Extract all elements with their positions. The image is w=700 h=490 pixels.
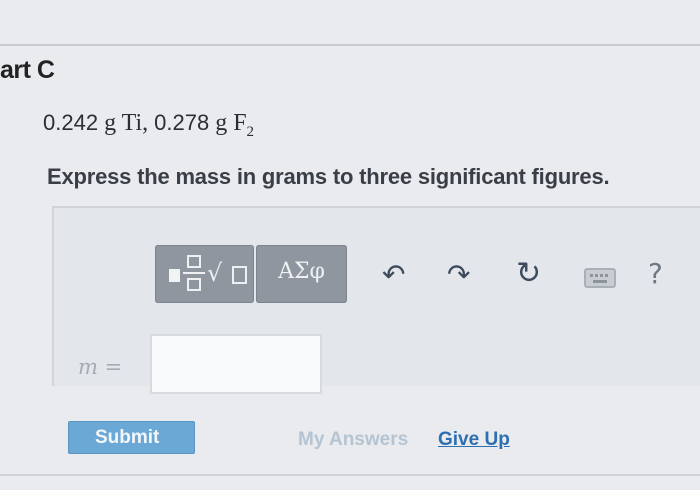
mass-1: 0.242 — [43, 110, 99, 135]
unit-2: g — [215, 110, 228, 136]
redo-icon[interactable]: ↷ — [447, 258, 470, 291]
element-2: F — [233, 110, 247, 136]
unit-1: g — [104, 110, 117, 136]
templates-button[interactable]: √ — [155, 245, 254, 303]
part-title: art C — [0, 56, 55, 84]
subscript-2: 2 — [246, 123, 255, 140]
instructions: Express the mass in grams to three signi… — [47, 164, 610, 189]
mass-2: 0.278 — [154, 110, 210, 135]
header-divider — [0, 44, 700, 46]
undo-icon[interactable]: ↶ — [382, 258, 405, 291]
problem-statement: 0.242 g Ti, 0.278 g F2 — [43, 110, 254, 141]
separator: , — [142, 110, 149, 136]
submit-button[interactable]: Submit — [68, 421, 195, 454]
greek-symbols-button[interactable]: ΑΣφ — [256, 245, 347, 303]
footer-divider — [0, 474, 700, 476]
my-answers-link[interactable]: My Answers — [298, 429, 408, 451]
element-1: Ti — [121, 110, 143, 136]
answer-input[interactable] — [150, 334, 322, 394]
answer-variable-label: m = — [78, 355, 123, 379]
give-up-link[interactable]: Give Up — [438, 429, 510, 451]
help-icon[interactable]: ? — [648, 257, 663, 290]
keyboard-icon[interactable] — [584, 268, 616, 288]
greek-symbols-icon: ΑΣφ — [278, 259, 325, 284]
reset-icon[interactable]: ↻ — [516, 256, 541, 291]
